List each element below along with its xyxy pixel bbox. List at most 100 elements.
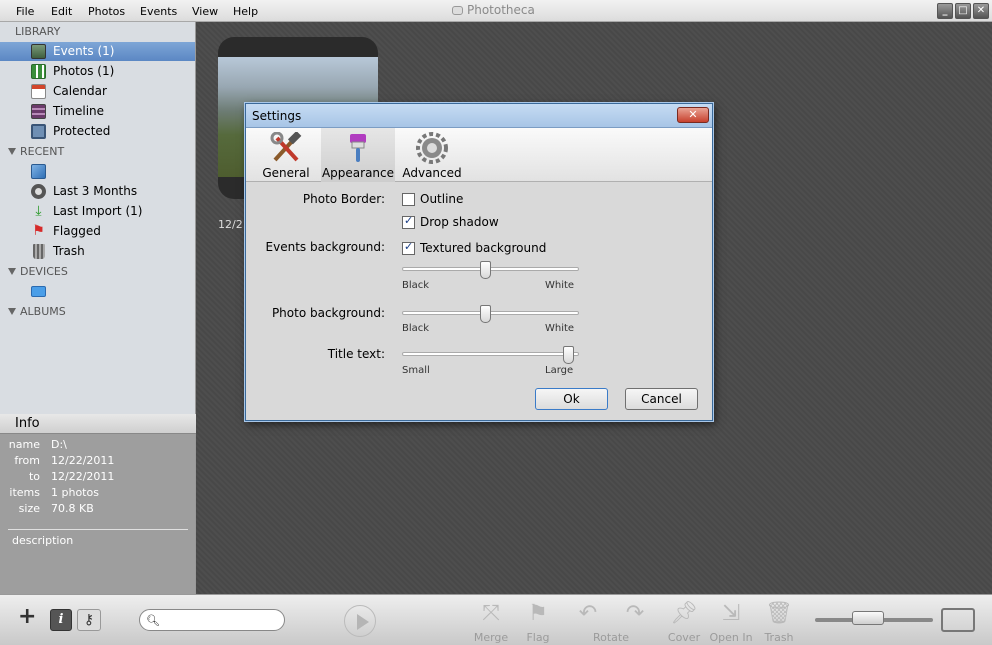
info-row-name: name D:\ xyxy=(0,438,196,454)
tab-appearance[interactable]: Appearance xyxy=(321,128,395,182)
cover-button[interactable]: 📌︎ Cover xyxy=(661,598,707,644)
close-window-button[interactable]: ✕ xyxy=(973,3,989,19)
sidebar-item-flagged[interactable]: ⚑ Flagged xyxy=(0,222,195,241)
open-in-button[interactable]: ⇲ Open In xyxy=(708,598,754,644)
rotate-left-button[interactable]: ↶ Rotate xyxy=(565,598,629,644)
clock-icon xyxy=(31,184,46,199)
search-input[interactable] xyxy=(162,612,280,628)
disclosure-triangle-icon xyxy=(8,268,16,275)
zoom-slider-handle[interactable] xyxy=(852,611,884,625)
devices-header-label: DEVICES xyxy=(20,265,68,278)
info-value: 12/22/2011 xyxy=(51,470,115,483)
dialog-titlebar[interactable]: Settings ✕ xyxy=(246,104,712,128)
events-background-slider-handle[interactable] xyxy=(480,261,492,279)
photo-background-slider-handle[interactable] xyxy=(480,305,492,323)
info-key: from xyxy=(14,454,40,467)
rotate-right-button[interactable]: ↷ xyxy=(612,598,658,642)
merge-button[interactable]: ⤧ Merge xyxy=(468,598,514,644)
minimize-button[interactable]: _ xyxy=(937,3,953,19)
events-background-label: Events background: xyxy=(265,240,385,254)
sidebar-item-last-import[interactable]: ⤓ Last Import (1) xyxy=(0,202,195,221)
textured-background-label: Textured background xyxy=(420,241,547,255)
flag-icon: ⚑ xyxy=(528,601,548,626)
outline-checkbox[interactable] xyxy=(402,193,415,206)
settings-dialog: Settings ✕ General Appearance Advanced P… xyxy=(245,103,713,421)
timeline-icon xyxy=(31,104,46,119)
textured-background-checkbox[interactable]: ✓ xyxy=(402,240,415,255)
dialog-close-button[interactable]: ✕ xyxy=(677,107,709,123)
calendar-icon xyxy=(31,84,46,99)
general-tools-icon xyxy=(270,132,302,162)
menu-bar: File Edit Photos Events View Help Photot… xyxy=(0,0,992,22)
tab-general[interactable]: General xyxy=(251,128,321,182)
drop-shadow-label: Drop shadow xyxy=(420,215,499,229)
sidebar-item-protected[interactable]: Protected xyxy=(0,122,195,141)
title-text-max-label: Large xyxy=(545,365,574,376)
settings-tabs: General Appearance Advanced xyxy=(246,128,712,182)
sidebar-item-trash[interactable]: Trash xyxy=(0,242,195,261)
events-icon xyxy=(31,44,46,59)
sidebar-item-events[interactable]: Events (1) xyxy=(0,42,195,61)
tab-advanced[interactable]: Advanced xyxy=(397,128,467,182)
outline-label: Outline xyxy=(420,192,464,206)
tool-label: Flag xyxy=(526,631,550,644)
description-field[interactable]: description xyxy=(12,534,73,547)
close-icon: ✕ xyxy=(688,108,698,121)
rotate-right-icon: ↷ xyxy=(625,601,645,626)
key-button[interactable]: ⚷ xyxy=(77,609,101,631)
tab-label: Appearance xyxy=(321,166,395,180)
info-panel: Info name D:\ from 12/22/2011 to 12/22/2011… xyxy=(0,414,196,594)
menu-view[interactable]: View xyxy=(192,5,218,18)
maximize-button[interactable]: □ xyxy=(955,3,971,19)
search-icon: 🔍︎ xyxy=(146,614,160,627)
info-value: 70.8 KB xyxy=(51,502,94,515)
title-text-slider-handle[interactable] xyxy=(563,346,575,364)
events-bg-min-label: Black xyxy=(402,280,430,291)
recent-header[interactable]: RECENT xyxy=(8,145,64,158)
cancel-button[interactable]: Cancel xyxy=(625,388,698,410)
title-text-min-label: Small xyxy=(402,365,430,376)
info-value: 1 photos xyxy=(51,486,99,499)
menu-edit[interactable]: Edit xyxy=(51,5,72,18)
sidebar-item-photos[interactable]: Photos (1) xyxy=(0,62,195,81)
fullscreen-button[interactable] xyxy=(941,608,975,632)
play-icon xyxy=(357,614,369,630)
cover-pin-icon: 📌︎ xyxy=(670,601,698,626)
photo-background-label: Photo background: xyxy=(271,306,385,320)
menu-events[interactable]: Events xyxy=(140,5,177,18)
title-text-slider[interactable] xyxy=(402,352,579,356)
sidebar-item-timeline[interactable]: Timeline xyxy=(0,102,195,121)
menu-help[interactable]: Help xyxy=(233,5,258,18)
info-toggle-button[interactable]: i xyxy=(50,609,72,631)
check-mark-icon: ✓ xyxy=(404,240,414,253)
devices-header[interactable]: DEVICES xyxy=(8,265,68,278)
title-text-label: Title text: xyxy=(327,347,385,361)
add-button[interactable]: + xyxy=(18,606,36,628)
import-icon: ⤓ xyxy=(35,203,42,219)
sidebar-item-recent-edit[interactable] xyxy=(0,162,195,181)
ok-button[interactable]: Ok xyxy=(535,388,608,410)
albums-header-label: ALBUMS xyxy=(20,305,66,318)
event-date: 12/2 xyxy=(218,218,243,231)
menu-photos[interactable]: Photos xyxy=(88,5,125,18)
sidebar-item-last-3-months[interactable]: Last 3 Months xyxy=(0,182,195,201)
events-bg-max-label: White xyxy=(545,280,575,291)
photos-icon xyxy=(31,64,46,79)
trash-icon: 🗑︎ xyxy=(765,601,793,626)
phototheca-window: File Edit Photos Events View Help Photot… xyxy=(0,0,992,645)
sidebar-item-calendar[interactable]: Calendar xyxy=(0,82,195,101)
info-row-to: to 12/22/2011 xyxy=(0,470,196,486)
trash-icon xyxy=(33,244,45,259)
trash-button[interactable]: 🗑︎ Trash xyxy=(756,598,802,644)
rotate-left-icon: ↶ xyxy=(578,601,598,626)
flag-button[interactable]: ⚑ Flag xyxy=(515,598,561,644)
slideshow-play-button[interactable] xyxy=(344,605,376,637)
app-logo-icon xyxy=(452,6,463,15)
menu-file[interactable]: File xyxy=(16,5,34,18)
window-title-text: Phototheca xyxy=(467,3,535,17)
albums-header[interactable]: ALBUMS xyxy=(8,305,66,318)
sidebar-item-device[interactable] xyxy=(0,282,195,301)
drop-shadow-checkbox[interactable]: ✓ xyxy=(402,214,415,229)
sidebar-item-label: Events (1) xyxy=(53,44,115,58)
protected-icon xyxy=(31,124,46,139)
